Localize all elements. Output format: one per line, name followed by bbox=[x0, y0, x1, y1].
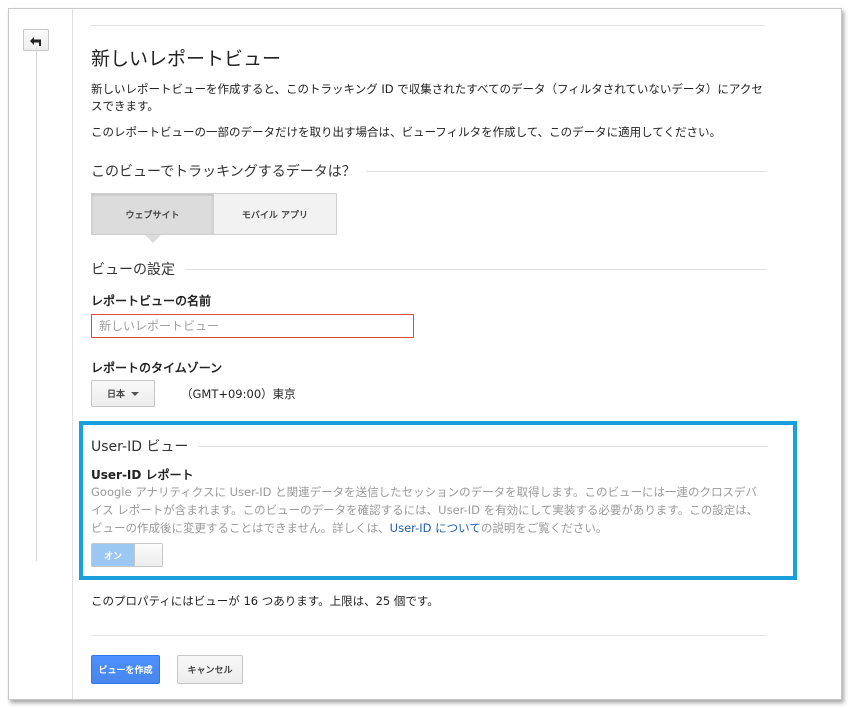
tracking-section-header: このビューでトラッキングするデータは？ bbox=[91, 161, 767, 181]
user-id-learn-more-link[interactable]: User-ID について bbox=[390, 521, 481, 535]
selected-pointer bbox=[145, 235, 161, 243]
tracking-section-title: このビューでトラッキングするデータは？ bbox=[91, 164, 356, 180]
main-panel: 新しいレポートビュー 新しいレポートビューを作成すると、このトラッキング ID … bbox=[8, 8, 842, 700]
top-divider bbox=[90, 25, 765, 26]
user-id-section-header: User-ID ビュー bbox=[91, 436, 768, 456]
section-divider bbox=[198, 445, 768, 447]
create-view-button[interactable]: ビューを作成 bbox=[91, 655, 160, 684]
mobile-app-option-button[interactable]: モバイル アプリ bbox=[214, 193, 337, 235]
cancel-button[interactable]: キャンセル bbox=[177, 655, 243, 684]
view-limit-text: このプロパティにはビューが 16 つあります。上限は、25 個です。 bbox=[91, 594, 439, 608]
view-settings-title: ビューの設定 bbox=[91, 262, 175, 278]
progress-rail bbox=[36, 47, 37, 561]
website-option-button[interactable]: ウェブサイト bbox=[91, 193, 214, 235]
timezone-label: レポートのタイムゾーン bbox=[91, 361, 223, 375]
section-divider bbox=[365, 170, 767, 172]
user-id-report-label: User-ID レポート bbox=[91, 468, 194, 482]
section-divider bbox=[185, 268, 767, 270]
user-id-section-title: User-ID ビュー bbox=[91, 439, 189, 455]
view-name-label: レポートビューの名前 bbox=[91, 294, 212, 308]
intro-text: 新しいレポートビューを作成すると、このトラッキング ID で収集されたすべてのデ… bbox=[91, 82, 763, 113]
user-id-toggle[interactable]: オン bbox=[91, 543, 163, 567]
user-id-highlight-box: User-ID ビュー User-ID レポート Google アナリティクスに… bbox=[79, 421, 797, 580]
page-title: 新しいレポートビュー bbox=[91, 48, 282, 70]
filter-text: このレポートビューの一部のデータだけを取り出す場合は、ビューフィルタを作成して、… bbox=[91, 125, 721, 139]
toggle-knob bbox=[134, 544, 162, 566]
left-column bbox=[9, 9, 73, 699]
timezone-country-value: 日本 bbox=[106, 390, 125, 400]
timezone-value: （GMT+09:00）東京 bbox=[181, 387, 296, 401]
tracking-type-toggle: ウェブサイト モバイル アプリ bbox=[91, 193, 337, 235]
timezone-country-dropdown[interactable]: 日本 bbox=[91, 380, 155, 407]
view-settings-header: ビューの設定 bbox=[91, 259, 767, 279]
chevron-down-icon bbox=[131, 391, 139, 396]
footer-divider bbox=[91, 635, 767, 636]
user-id-toggle-label: オン bbox=[92, 544, 134, 566]
view-name-input[interactable] bbox=[91, 314, 414, 338]
user-id-description-suffix: の説明をご覧ください。 bbox=[480, 521, 608, 535]
user-id-description: Google アナリティクスに User-ID と関連データを送信したセッション… bbox=[91, 483, 761, 537]
